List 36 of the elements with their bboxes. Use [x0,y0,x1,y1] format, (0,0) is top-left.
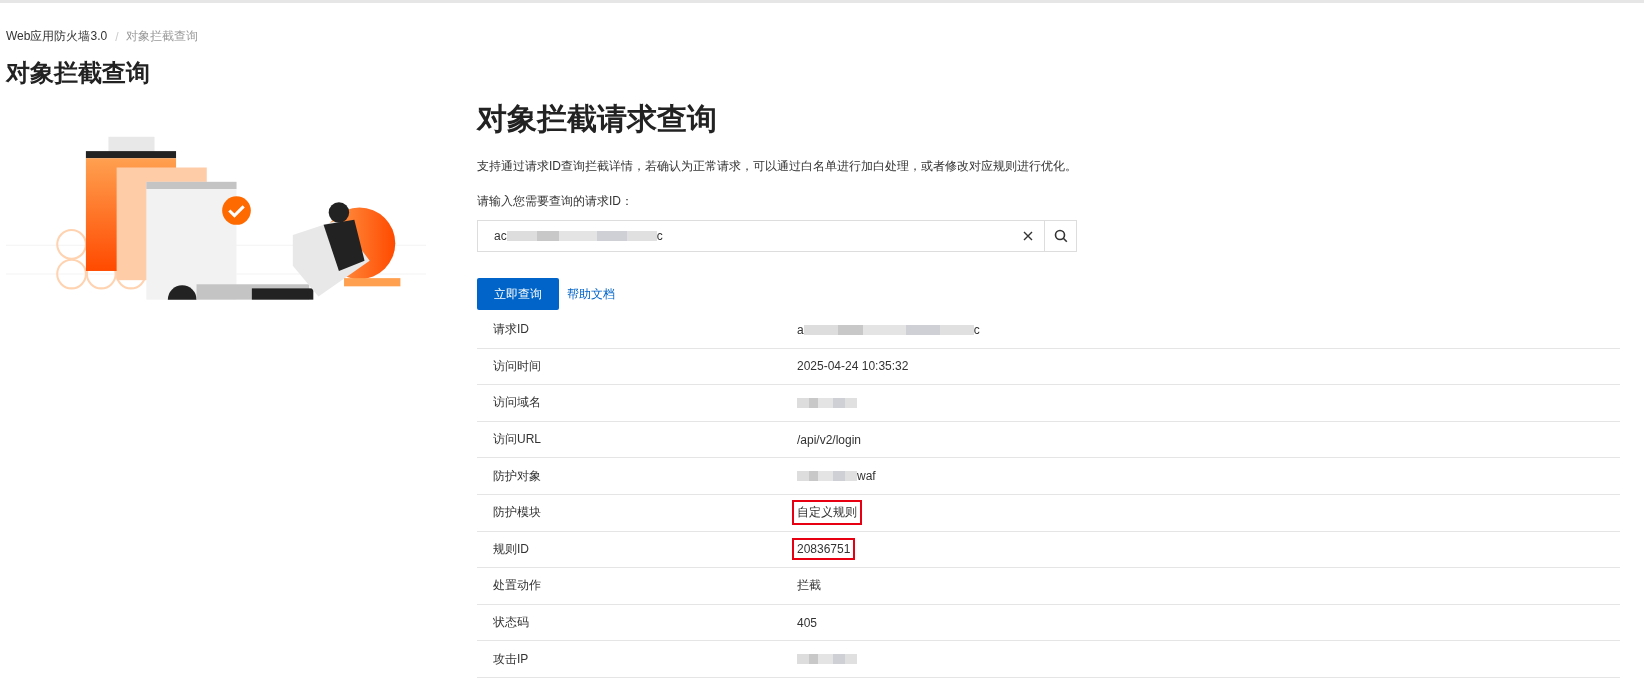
close-icon [1023,231,1033,241]
detail-label: 请求ID [492,321,530,339]
detail-label: 规则ID [492,540,530,558]
page-title: 对象拦截查询 [6,58,151,88]
value-text: 自定义规则 [797,504,857,522]
value-text: waf [857,469,876,484]
value-text: c [656,229,663,243]
value-text: 2025-04-24 10:35:32 [797,359,909,374]
query-button[interactable]: 立即查询 [477,278,559,310]
value-text: c [973,322,980,337]
redaction-mark [797,471,857,482]
detail-label: 防护模块 [492,504,542,522]
value-text: /api/v2/login [797,432,862,447]
detail-label: 访问域名 [492,394,542,412]
detail-label: 访问URL [492,431,542,449]
detail-label: 访问时间 [492,357,542,375]
description-text: 支持通过请求ID查询拦截详情，若确认为正常请求，可以通过白名单进行加白处理，或者修改对应规则进行优化。 [477,158,1078,175]
redaction-mark [797,398,857,408]
section-heading: 对象拦截请求查询 [477,101,718,137]
value-text: ac [494,229,507,243]
value-text: 20836751 [797,542,851,557]
breadcrumb-item: 对象拦截查询 [126,28,199,45]
value-text: a [797,322,804,337]
request-id-field[interactable]: ac c [477,220,1077,252]
detail-label: 防护对象 [492,467,542,485]
value-text: 405 [797,615,818,630]
help-link[interactable]: 帮助文档 [567,285,615,303]
breadcrumb-separator: / [115,29,119,44]
redaction-mark [797,654,857,665]
detail-label: 状态码 [492,614,530,632]
field-label: 请输入您需要查询的请求ID： [477,193,634,210]
detail-label: 攻击IP [492,650,530,668]
detail-label: 处置动作 [492,577,542,595]
breadcrumb-item[interactable]: Web应用防火墙3.0 [6,28,108,45]
search-icon [1053,229,1068,243]
value-text: 拦截 [797,577,821,595]
